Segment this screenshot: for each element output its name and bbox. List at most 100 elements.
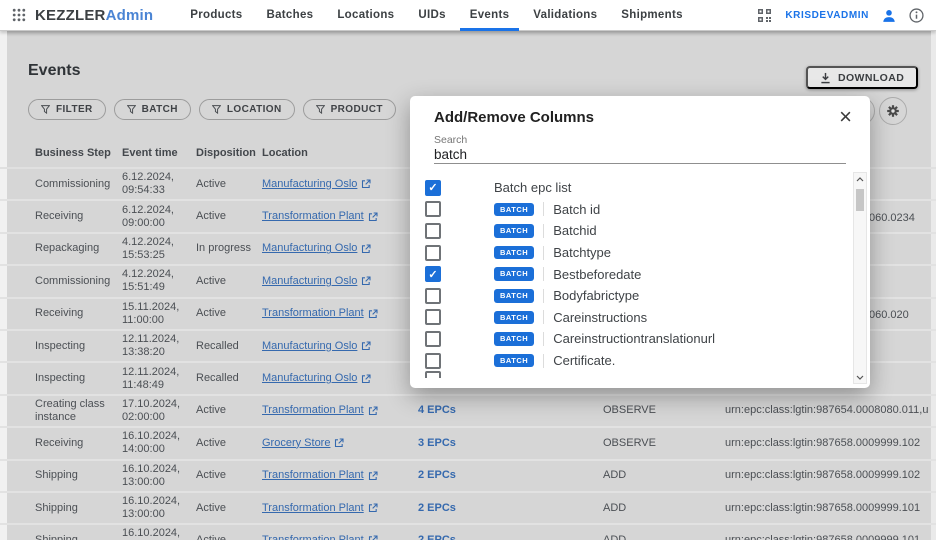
column-list-item[interactable]: BATCHCareinstructiontranslationurl bbox=[410, 328, 850, 350]
location-link[interactable]: Transformation Plant bbox=[262, 210, 378, 223]
nav-item[interactable]: UIDs bbox=[406, 0, 457, 31]
column-list-item[interactable]: BATCHCareinstructions bbox=[410, 307, 850, 329]
filter-chip[interactable]: FILTER bbox=[28, 99, 106, 120]
location-link[interactable]: Manufacturing Oslo bbox=[262, 372, 371, 385]
checkbox[interactable] bbox=[425, 331, 441, 347]
apps-grid-icon[interactable] bbox=[12, 8, 26, 22]
location-link[interactable]: Transformation Plant bbox=[262, 404, 378, 417]
table-row[interactable]: Shipping 16.10.2024, 13:00:00 Active Tra… bbox=[0, 525, 936, 540]
filter-chip-label: BATCH bbox=[142, 104, 178, 115]
close-icon[interactable]: × bbox=[835, 102, 856, 132]
main-nav: Products Batches Locations UIDs Events bbox=[178, 0, 695, 31]
nav-item[interactable]: Batches bbox=[255, 0, 326, 31]
location-cell: Transformation Plant bbox=[262, 210, 418, 223]
epcs-link[interactable]: 2 EPCs bbox=[418, 534, 603, 540]
epcs-link[interactable]: 2 EPCs bbox=[418, 502, 603, 515]
location-link[interactable]: Transformation Plant bbox=[262, 502, 378, 515]
disposition-cell: Recalled bbox=[196, 340, 262, 353]
location-link[interactable]: Transformation Plant bbox=[262, 469, 378, 482]
dialog-scrollbar[interactable] bbox=[853, 172, 867, 384]
location-cell: Transformation Plant bbox=[262, 469, 418, 482]
location-cell: Transformation Plant bbox=[262, 307, 418, 320]
column-list-item[interactable]: BATCHBatchtype bbox=[410, 242, 850, 264]
filter-chip[interactable]: PRODUCT bbox=[303, 99, 396, 120]
location-cell: Transformation Plant bbox=[262, 502, 418, 515]
user-icon[interactable] bbox=[882, 9, 896, 23]
search-input[interactable] bbox=[434, 146, 846, 164]
funnel-icon bbox=[41, 105, 50, 114]
checkbox[interactable] bbox=[425, 288, 441, 304]
table-row[interactable]: Shipping 16.10.2024, 13:00:00 Active Tra… bbox=[0, 493, 936, 525]
scrollbar-thumb[interactable] bbox=[856, 189, 864, 211]
checkbox[interactable] bbox=[425, 266, 441, 282]
checkbox[interactable] bbox=[425, 245, 441, 261]
filter-chip[interactable]: LOCATION bbox=[199, 99, 295, 120]
app-bar-right: KRISDEVADMIN bbox=[757, 0, 924, 31]
epcs-link[interactable]: 2 EPCs bbox=[418, 469, 603, 482]
epcs-link[interactable]: 3 EPCs bbox=[418, 437, 603, 450]
column-label: Batch epc list bbox=[494, 180, 571, 195]
nav-item[interactable]: Shipments bbox=[609, 0, 695, 31]
checkbox[interactable] bbox=[425, 180, 441, 196]
column-label: Batchtype bbox=[553, 245, 611, 260]
brand-secondary: Admin bbox=[106, 7, 154, 24]
col-header-location[interactable]: Location bbox=[262, 147, 418, 160]
download-button[interactable]: DOWNLOAD bbox=[806, 66, 918, 89]
column-list: Batch epc list BATCHBatch id BATCHBatchi… bbox=[410, 168, 850, 378]
checkbox[interactable] bbox=[425, 201, 441, 217]
location-link[interactable]: Manufacturing Oslo bbox=[262, 242, 371, 255]
table-row[interactable]: Shipping 16.10.2024, 13:00:00 Active Tra… bbox=[0, 461, 936, 493]
location-cell: Manufacturing Oslo bbox=[262, 178, 418, 191]
checkbox[interactable] bbox=[425, 223, 441, 239]
brand-logo[interactable]: KEZZLERAdmin bbox=[35, 7, 153, 24]
business-step-cell: Shipping bbox=[35, 469, 122, 482]
nav-item[interactable]: Locations bbox=[325, 0, 406, 31]
filter-chip[interactable]: BATCH bbox=[114, 99, 191, 120]
checkbox[interactable] bbox=[425, 309, 441, 325]
column-list-item[interactable]: BATCHBestbeforedate bbox=[410, 263, 850, 285]
business-step-cell: Commissioning bbox=[35, 178, 122, 191]
epcs-link[interactable]: 4 EPCs bbox=[418, 404, 603, 417]
external-link-icon bbox=[334, 438, 344, 448]
location-link[interactable]: Grocery Store bbox=[262, 437, 344, 450]
qr-code-icon[interactable] bbox=[757, 8, 772, 23]
col-header-event-time[interactable]: Event time bbox=[122, 147, 196, 160]
location-link[interactable]: Manufacturing Oslo bbox=[262, 275, 371, 288]
col-header-business-step[interactable]: Business Step bbox=[35, 147, 122, 160]
disposition-cell: Active bbox=[196, 210, 262, 223]
table-row[interactable]: Creating class instance 17.10.2024, 02:0… bbox=[0, 396, 936, 428]
settings-button[interactable] bbox=[879, 97, 907, 125]
column-list-item[interactable]: BATCHBatchid bbox=[410, 220, 850, 242]
location-link[interactable]: Transformation Plant bbox=[262, 307, 378, 320]
nav-item[interactable]: Products bbox=[178, 0, 254, 31]
location-link[interactable]: Transformation Plant bbox=[262, 534, 378, 540]
filter-chip-label: FILTER bbox=[56, 104, 93, 115]
scroll-down-icon[interactable] bbox=[854, 371, 866, 383]
nav-item[interactable]: Events bbox=[458, 0, 522, 31]
info-icon[interactable] bbox=[909, 8, 924, 23]
username[interactable]: KRISDEVADMIN bbox=[785, 10, 869, 21]
partial-checkbox[interactable] bbox=[425, 371, 441, 378]
download-label: DOWNLOAD bbox=[838, 72, 904, 84]
column-list-item[interactable]: BATCHBatch id bbox=[410, 199, 850, 221]
funnel-icon bbox=[212, 105, 221, 114]
table-row[interactable]: Receiving 16.10.2024, 14:00:00 Active Gr… bbox=[0, 428, 936, 460]
column-list-item[interactable]: BATCHCertificate. bbox=[410, 350, 850, 372]
scroll-up-icon[interactable] bbox=[854, 173, 866, 185]
external-link-icon bbox=[361, 341, 371, 351]
business-step-cell: Repackaging bbox=[35, 242, 122, 255]
location-link[interactable]: Manufacturing Oslo bbox=[262, 340, 371, 353]
search-label: Search bbox=[434, 134, 467, 146]
col-header-disposition[interactable]: Disposition bbox=[196, 147, 262, 160]
disposition-cell: In progress bbox=[196, 242, 262, 255]
badge-divider bbox=[543, 246, 544, 260]
column-list-item[interactable]: Batch epc list bbox=[410, 177, 850, 199]
location-link[interactable]: Manufacturing Oslo bbox=[262, 178, 371, 191]
column-list-item[interactable]: BATCHBodyfabrictype bbox=[410, 285, 850, 307]
location-cell: Transformation Plant bbox=[262, 534, 418, 540]
filter-chip-label: LOCATION bbox=[227, 104, 282, 115]
nav-item[interactable]: Validations bbox=[521, 0, 609, 31]
location-cell: Manufacturing Oslo bbox=[262, 340, 418, 353]
checkbox[interactable] bbox=[425, 353, 441, 369]
badge-divider bbox=[543, 310, 544, 324]
